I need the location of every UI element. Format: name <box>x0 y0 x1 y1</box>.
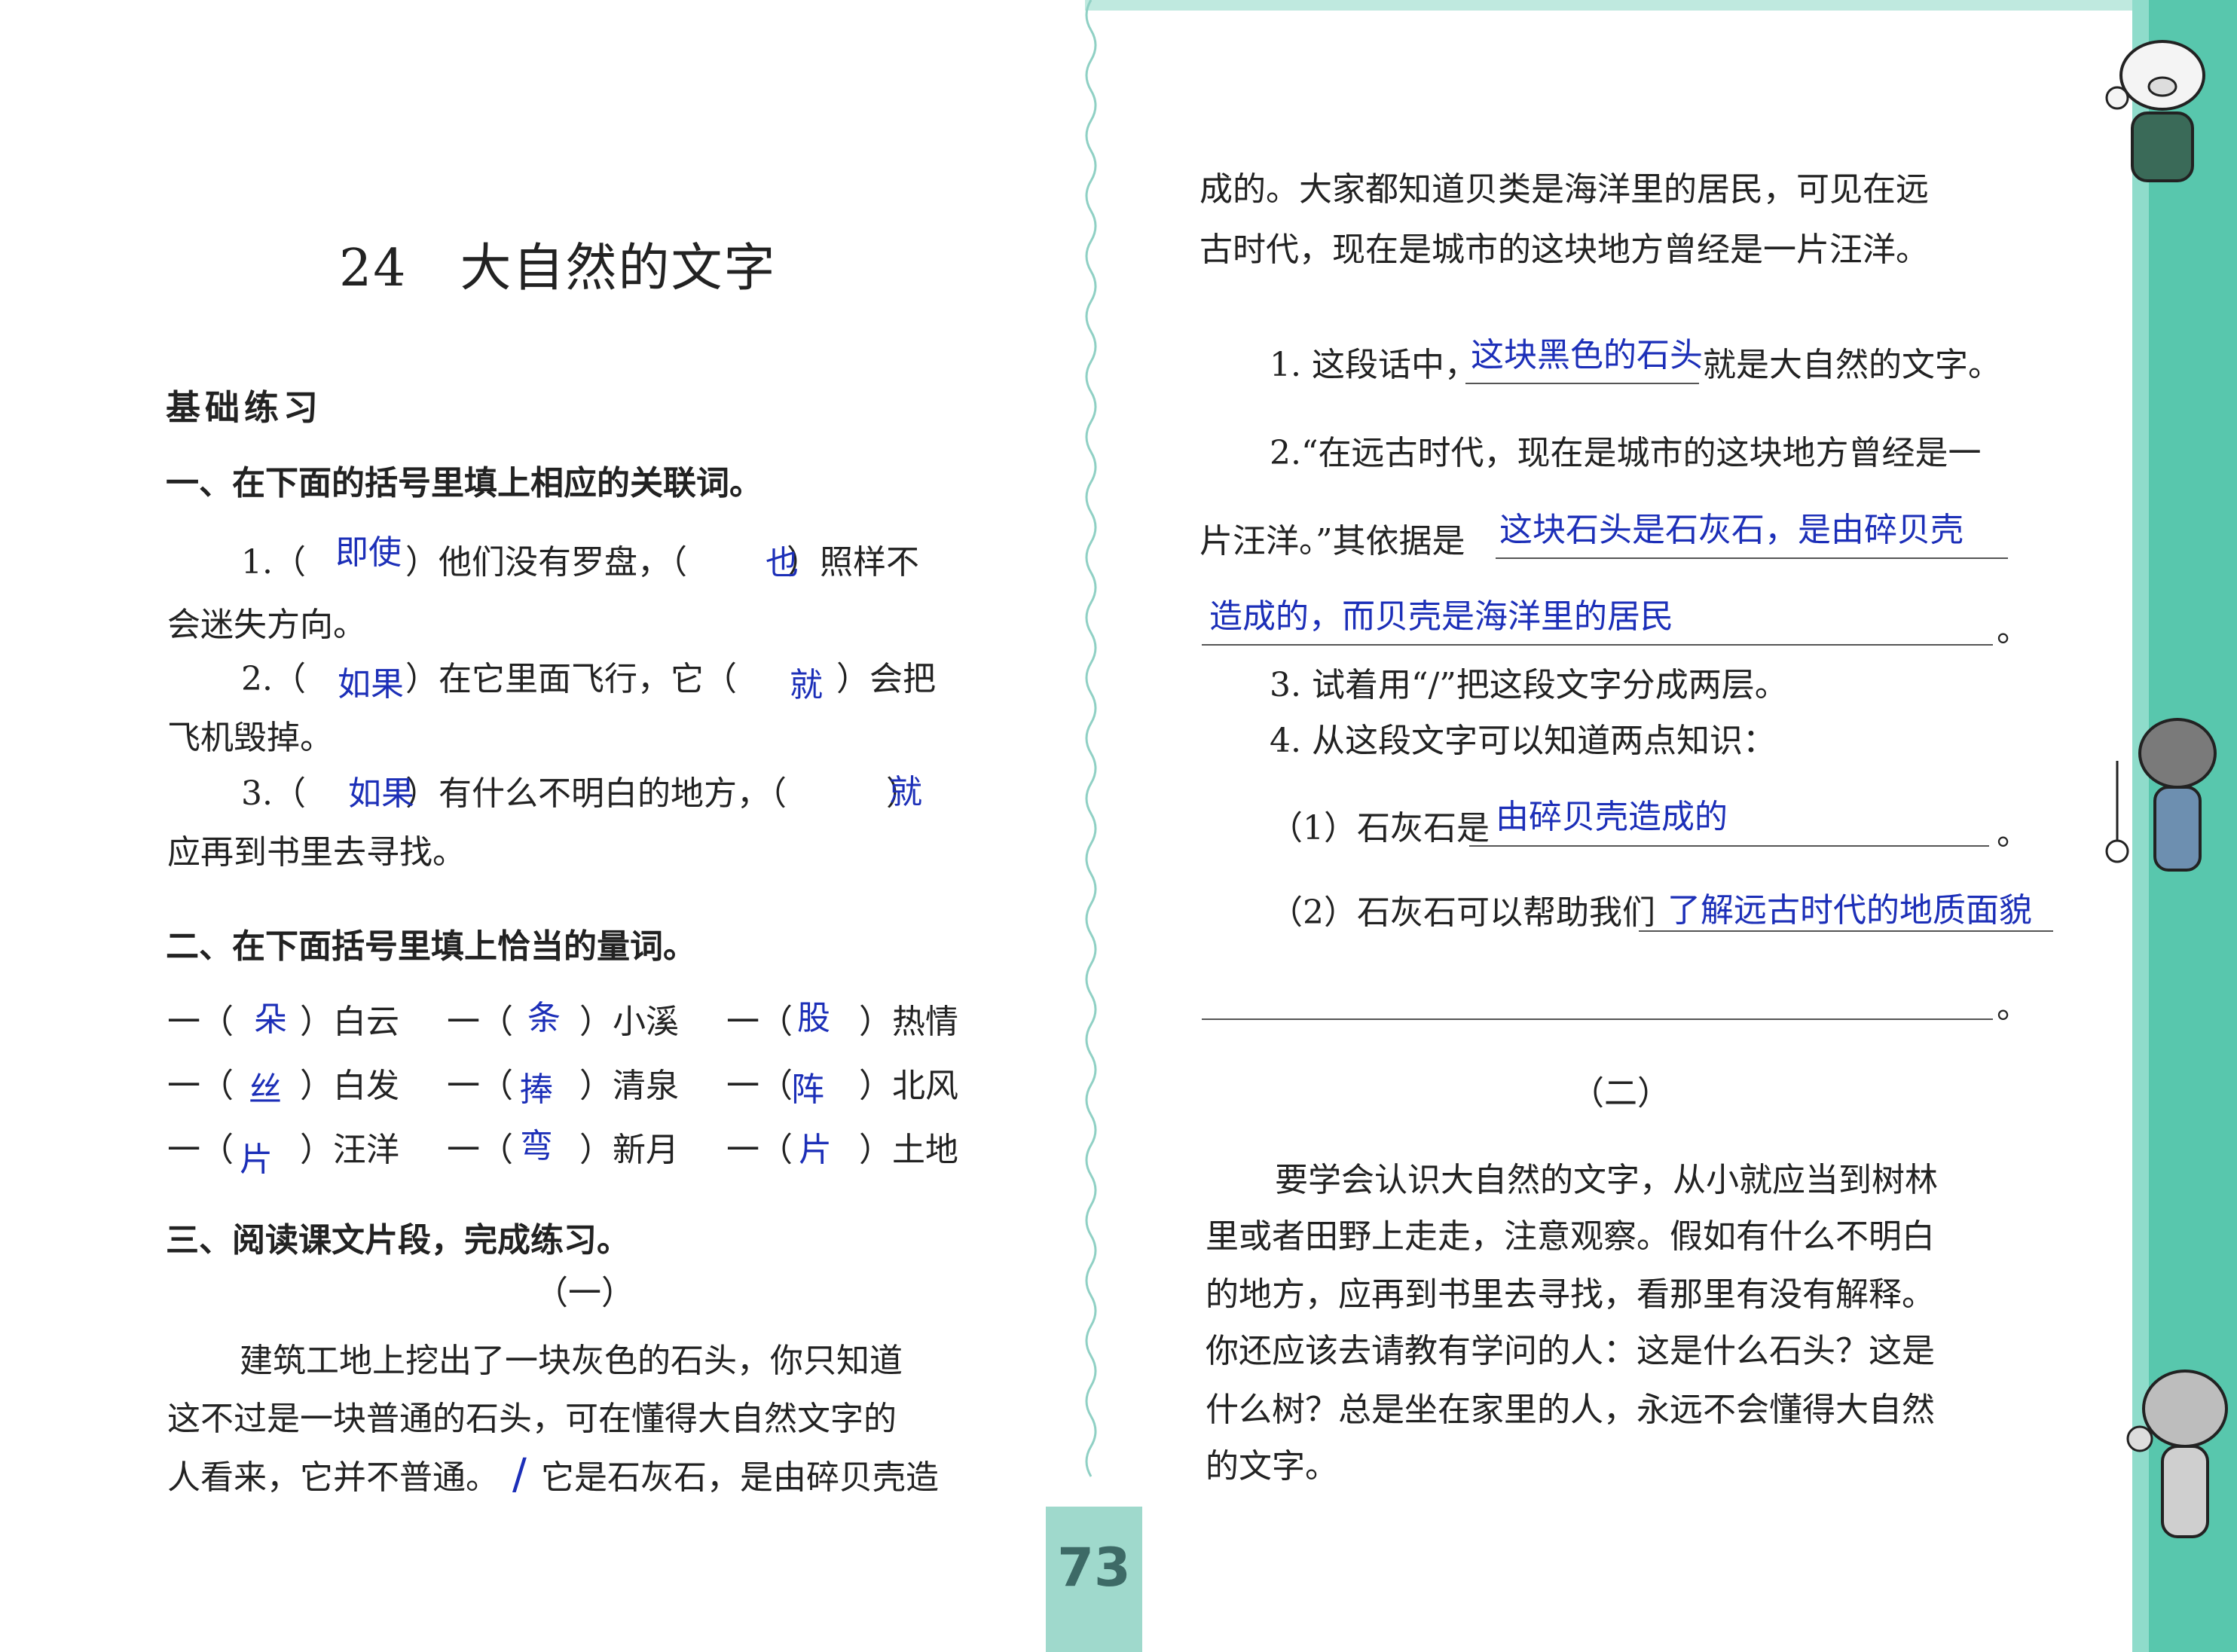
r-q2-end: 。 <box>1997 611 2030 649</box>
right-passage-line: 成的。大家都知道贝类是海洋里的居民，可见在远 <box>1199 170 1929 209</box>
passage-line: 人看来，它并不普通。 <box>167 1458 499 1497</box>
r-q2-line1: 2.“在远古时代，现在是城市的这块地方曾经是一 <box>1270 434 1982 472</box>
right-passage-line: 古时代，现在是城市的这块地方曾经是一片汪洋。 <box>1199 231 1929 269</box>
measure-answer: 捧 <box>520 1070 553 1109</box>
s1-q1-line2: 会迷失方向。 <box>167 606 366 644</box>
r-q4: 4. 从这段文字可以知道两点知识： <box>1270 722 1776 760</box>
passage-line: 它是石灰石，是由碎贝壳造 <box>541 1458 939 1497</box>
pig-cartoon-icon <box>2105 40 2205 182</box>
r-q1-answer: 这块黑色的石头 <box>1471 336 1703 374</box>
lesson-number: 24 <box>339 239 408 298</box>
r-q4-sub2-blank <box>1639 930 2053 932</box>
page-spine-wave <box>1085 0 1097 1477</box>
measure-item: 一（ ）小溪 <box>447 1003 679 1041</box>
basic-practice-heading: 基础练习 <box>166 387 322 428</box>
r-q4-sub2-end: 。 <box>1997 988 2030 1026</box>
fox-cartoon-icon <box>2126 1370 2228 1538</box>
page-number: 73 <box>1057 1537 1131 1599</box>
r-q2-blank1 <box>1496 557 2008 559</box>
passage-line: 建筑工地上挖出了一块灰色的石头，你只知道 <box>240 1342 903 1380</box>
measure-answer: 片 <box>240 1141 273 1179</box>
r-q1-blank <box>1465 383 1699 384</box>
handwritten-slash-mark: / <box>512 1450 527 1499</box>
right-passage2-line: 的地方，应再到书里去寻找，看那里有没有解释。 <box>1206 1275 1935 1314</box>
r-q2-answer-line1: 这块石头是石灰石，是由碎贝壳 <box>1499 511 1963 549</box>
r-q4-sub1-blank <box>1469 845 1989 847</box>
measure-answer: 阵 <box>791 1070 824 1109</box>
r-q1-prefix: 1. 这段话中， <box>1270 346 1478 384</box>
page-number-tab: 73 <box>1046 1507 1142 1652</box>
s1-q2-answer2: 就 <box>790 666 823 704</box>
measure-answer: 丝 <box>249 1070 282 1109</box>
r-q4-sub2-prefix: （2）石灰石可以帮助我们 <box>1270 893 1655 932</box>
s1-q1-answer1: 即使 <box>335 533 402 572</box>
s1-q3-answer1: 如果 <box>348 774 414 813</box>
passage-line: 这不过是一块普通的石头，可在懂得大自然文字的 <box>167 1400 897 1438</box>
measure-item: 一（ ）汪洋 <box>167 1131 399 1169</box>
s1-q3-answer2: 就 <box>889 773 922 811</box>
s1-q3-line1: 3.（ ）有什么不明白的地方，（ ） <box>241 774 919 813</box>
part2-label: （二） <box>1571 1074 1670 1113</box>
r-q4-sub1-end: 。 <box>1997 814 2030 853</box>
measure-item: 一（ ）清泉 <box>447 1067 679 1105</box>
r-q3: 3. 试着用“/”把这段文字分成两层。 <box>1270 666 1788 704</box>
section2-heading: 二、在下面括号里填上恰当的量词。 <box>166 927 696 966</box>
r-q4-sub2-answer: 了解远古时代的地质面貌 <box>1667 891 2032 930</box>
r-q2-answer-line2: 造成的，而贝壳是海洋里的居民 <box>1209 597 1673 636</box>
right-passage2-line: 的文字。 <box>1206 1447 1338 1486</box>
measure-answer: 股 <box>797 999 830 1037</box>
top-border-strip <box>1085 0 2132 11</box>
s1-q3-line2: 应再到书里去寻找。 <box>167 833 466 872</box>
right-passage2-line: 要学会认识大自然的文字，从小就应当到树林 <box>1275 1161 1938 1199</box>
r-q2-blank2 <box>1202 644 1993 646</box>
s1-q2-answer1: 如果 <box>338 665 404 704</box>
measure-item: 一（ ）新月 <box>447 1131 679 1169</box>
measure-item: 一（ ）北风 <box>726 1067 958 1105</box>
measure-item: 一（ ）白发 <box>167 1067 399 1105</box>
r-q1-suffix: 就是大自然的文字。 <box>1703 346 2001 384</box>
right-passage2-line: 你还应该去请教有学问的人：这是什么石头？这是 <box>1206 1332 1935 1370</box>
lesson-title: 24 大自然的文字 <box>339 226 777 301</box>
r-q2-line2-prefix: 片汪洋。”其依据是 <box>1199 522 1465 560</box>
r-q4-sub2-blank2 <box>1202 1018 1993 1020</box>
section3-heading: 三、阅读课文片段，完成练习。 <box>166 1221 630 1260</box>
measure-answer: 朵 <box>254 1000 287 1039</box>
r-q4-sub1-answer: 由碎贝壳造成的 <box>1496 798 1728 836</box>
measure-answer: 弯 <box>520 1127 553 1165</box>
s1-q1-answer2: 也 <box>766 544 799 582</box>
measure-answer: 条 <box>527 999 561 1037</box>
right-passage2-line: 什么树？总是坐在家里的人，永远不会懂得大自然 <box>1206 1391 1935 1429</box>
r-q4-sub1-prefix: （1）石灰石是 <box>1270 809 1490 847</box>
lesson-title-text: 大自然的文字 <box>460 239 777 298</box>
s1-q2-line2: 飞机毁掉。 <box>167 719 333 757</box>
measure-item: 一（ ）热情 <box>726 1003 958 1041</box>
part1-label: （一） <box>535 1274 634 1312</box>
measure-answer: 片 <box>799 1131 832 1169</box>
wolf-yoyo-cartoon-icon <box>2105 718 2217 872</box>
right-passage2-line: 里或者田野上走走，注意观察。假如有什么不明白 <box>1206 1217 1935 1256</box>
measure-item: 一（ ）土地 <box>726 1131 958 1169</box>
section1-heading: 一、在下面的括号里填上相应的关联词。 <box>166 464 762 502</box>
